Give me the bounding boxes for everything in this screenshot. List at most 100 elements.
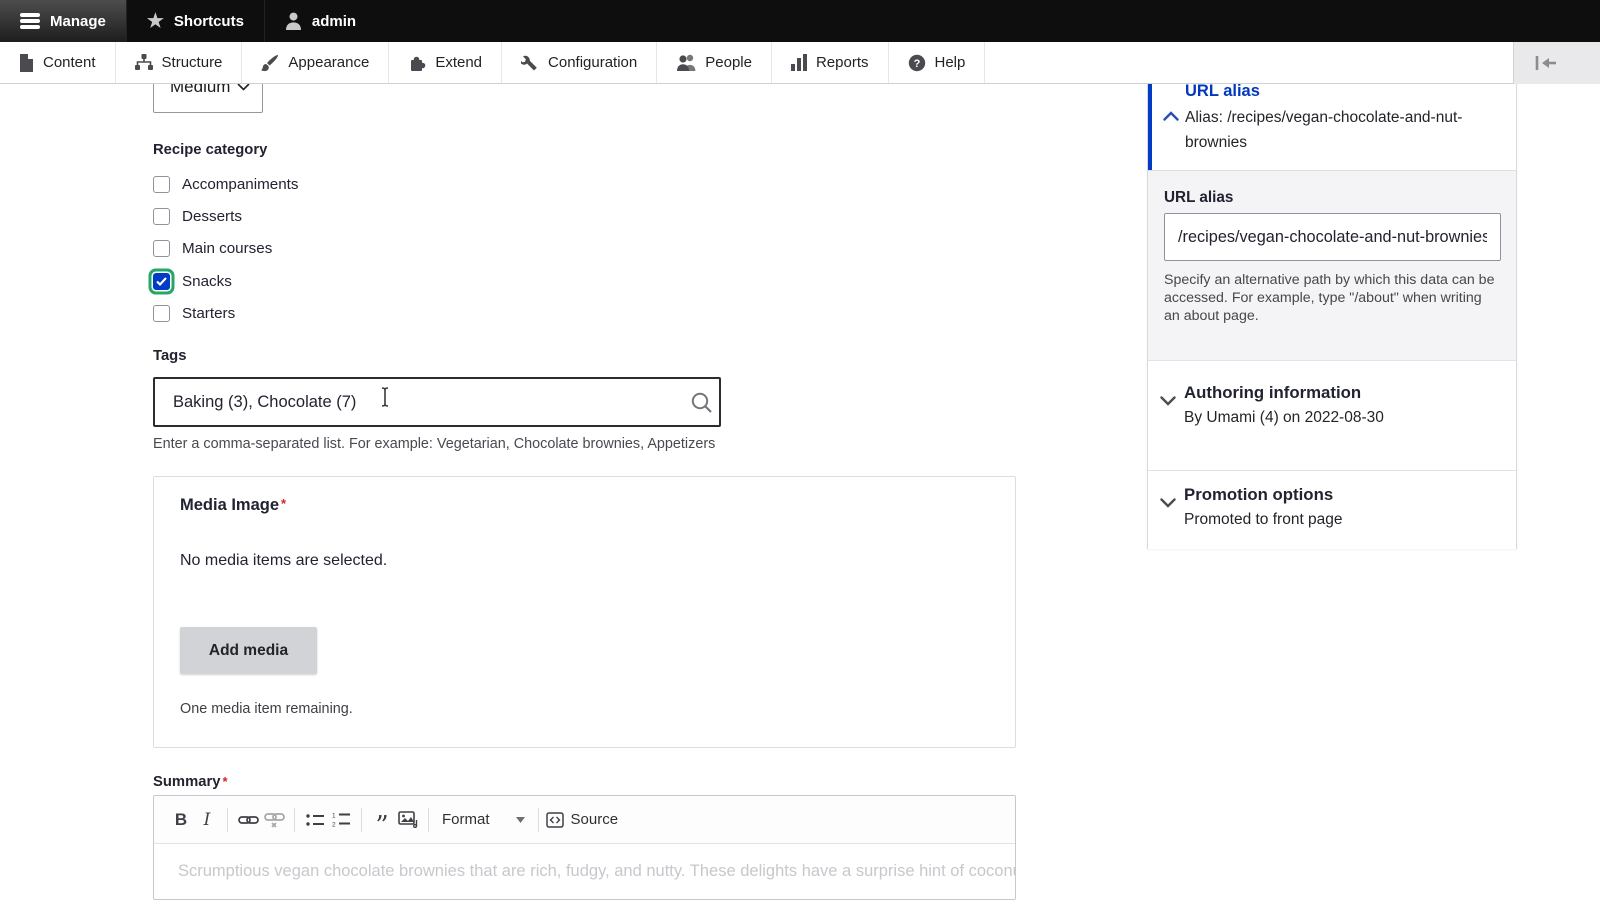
italic-button[interactable]: I [194, 807, 220, 833]
tags-label: Tags [153, 348, 186, 364]
toolbar-tab-help[interactable]: ? Help [889, 42, 986, 83]
toolbar-separator [294, 808, 295, 832]
url-alias-details: URL alias Specify an alternative path by… [1148, 170, 1516, 360]
toolbar-tab-people[interactable]: People [657, 42, 772, 83]
summary-body-text[interactable]: Scrumptious vegan chocolate brownies tha… [154, 844, 1015, 899]
checkbox-label: Starters [182, 305, 235, 322]
promotion-options-summary: Promoted to front page [1184, 511, 1343, 529]
toolbar-orientation-toggle[interactable] [1531, 50, 1561, 76]
sitemap-icon [135, 54, 153, 71]
url-alias-accordion: URL alias Alias: /recipes/vegan-chocolat… [1148, 84, 1516, 170]
checkbox-accompaniments[interactable]: Accompaniments [153, 168, 299, 200]
url-alias-accordion-title[interactable]: URL alias [1185, 82, 1260, 101]
admin-bar-item-shortcuts[interactable]: ★ Shortcuts [127, 0, 265, 42]
admin-bar-item-admin[interactable]: admin [265, 0, 376, 42]
required-marker: * [281, 496, 286, 511]
tags-input[interactable] [153, 377, 721, 427]
media-remaining-text: One media item remaining. [180, 701, 353, 717]
wrench-icon [521, 54, 539, 72]
insert-media-button[interactable] [395, 807, 421, 833]
search-icon [690, 391, 714, 420]
svg-text:2: 2 [332, 822, 336, 828]
source-button-label: Source [571, 811, 619, 828]
admin-bar-item-label: Manage [50, 13, 106, 30]
toolbar-tab-configuration[interactable]: Configuration [502, 42, 657, 83]
blockquote-button[interactable]: ” [369, 807, 395, 833]
numbered-list-button[interactable]: 12 [328, 807, 354, 833]
checkbox-desserts[interactable]: Desserts [153, 200, 299, 232]
checkbox-icon [153, 240, 170, 257]
hamburger-menu-icon [20, 13, 40, 29]
toolbar-right-zone [1513, 42, 1600, 84]
paintbrush-icon [261, 54, 279, 72]
summary-label: Summary* [153, 774, 228, 790]
checkbox-main-courses[interactable]: Main courses [153, 233, 299, 265]
checkbox-starters[interactable]: Starters [153, 298, 299, 330]
checkbox-label: Main courses [182, 240, 272, 257]
toolbar-tab-label: Content [43, 54, 96, 71]
admin-bar: Manage ★ Shortcuts admin [0, 0, 1600, 42]
authoring-information-title[interactable]: Authoring information [1184, 383, 1361, 403]
toolbar-tab-appearance[interactable]: Appearance [242, 42, 389, 83]
toolbar-tab-reports[interactable]: Reports [772, 42, 889, 83]
checkbox-snacks[interactable]: Snacks [153, 265, 299, 297]
url-alias-field-label: URL alias [1164, 189, 1233, 207]
people-icon [676, 54, 696, 71]
toolbar-tab-label: Reports [816, 54, 869, 71]
toolbar-tab-label: Structure [162, 54, 223, 71]
toolbar-separator [428, 808, 429, 832]
toolbar-tab-label: Extend [435, 54, 482, 71]
media-empty-text: No media items are selected. [180, 552, 387, 570]
toolbar-separator [227, 808, 228, 832]
text-cursor-icon [379, 386, 391, 413]
checkbox-label: Desserts [182, 208, 242, 225]
add-media-button[interactable]: Add media [180, 627, 317, 674]
checkbox-icon [153, 305, 170, 322]
source-code-icon [546, 812, 564, 828]
toolbar-tab-content[interactable]: Content [0, 42, 116, 83]
authoring-information-accordion: Authoring information By Umami (4) on 20… [1148, 360, 1516, 470]
admin-bar-item-label: Shortcuts [174, 13, 244, 30]
toolbar-tab-label: Configuration [548, 54, 637, 71]
recipe-category-options: Accompaniments Desserts Main courses Sna… [153, 168, 299, 330]
bulleted-list-button[interactable] [302, 807, 328, 833]
promotion-options-accordion: Promotion options Promoted to front page [1148, 470, 1516, 549]
bar-chart-icon [791, 54, 807, 71]
checkbox-label: Accompaniments [182, 176, 299, 193]
toolbar-separator [361, 808, 362, 832]
admin-toolbar: Content Structure Appearance Extend Conf… [0, 42, 1600, 84]
star-icon: ★ [147, 12, 164, 31]
format-dropdown[interactable]: Format [436, 811, 531, 828]
toolbar-tab-extend[interactable]: Extend [389, 42, 502, 83]
chevron-down-icon[interactable] [1160, 393, 1176, 411]
format-dropdown-label: Format [442, 811, 490, 828]
unlink-button[interactable] [261, 807, 287, 833]
toolbar-separator [538, 808, 539, 832]
link-button[interactable] [235, 807, 261, 833]
toolbar-tab-label: People [705, 54, 752, 71]
recipe-category-label: Recipe category [153, 142, 267, 158]
url-alias-input[interactable] [1164, 213, 1501, 261]
url-alias-help-text: Specify an alternative path by which thi… [1164, 271, 1500, 325]
svg-text:?: ? [913, 58, 920, 70]
media-image-label: Media Image* [180, 496, 286, 515]
checkbox-label: Snacks [182, 273, 232, 290]
toolbar-tab-structure[interactable]: Structure [116, 42, 243, 83]
editor-toolbar: B I 12 ” Format Source [154, 796, 1015, 844]
url-alias-accordion-summary: Alias: /recipes/vegan-chocolate-and-nut-… [1185, 105, 1485, 155]
bold-button[interactable]: B [168, 807, 194, 833]
chevron-up-icon[interactable] [1163, 108, 1179, 126]
required-marker: * [222, 774, 227, 789]
checkbox-icon [153, 176, 170, 193]
authoring-information-summary: By Umami (4) on 2022-08-30 [1184, 409, 1384, 427]
node-meta-sidebar: URL alias Alias: /recipes/vegan-chocolat… [1147, 84, 1517, 549]
chevron-down-icon[interactable] [1160, 495, 1176, 513]
user-icon [285, 12, 302, 30]
promotion-options-title[interactable]: Promotion options [1184, 485, 1333, 505]
tags-help-text: Enter a comma-separated list. For exampl… [153, 436, 715, 452]
source-button[interactable]: Source [546, 811, 619, 828]
document-icon [19, 54, 34, 72]
dropdown-arrow-icon [516, 817, 525, 823]
toolbar-tab-label: Help [935, 54, 966, 71]
admin-bar-item-manage[interactable]: Manage [0, 0, 127, 42]
